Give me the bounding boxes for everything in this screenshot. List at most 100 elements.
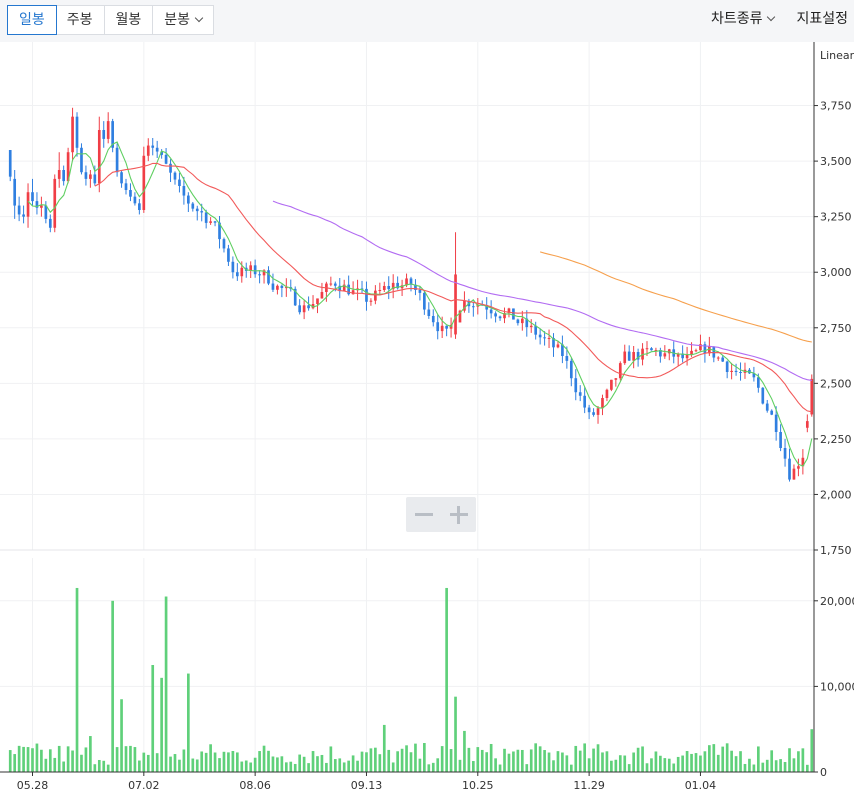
candle-body xyxy=(725,361,729,372)
volume-bar xyxy=(378,754,382,772)
candle-body xyxy=(774,414,778,432)
chart-axes: Linear 1,750 2,000 2,250 2,500 2,750 3,000 3,25… xyxy=(0,42,854,792)
volume-bar xyxy=(120,699,123,772)
time-tick-label: 10.25 xyxy=(462,779,494,792)
volume-bar xyxy=(552,760,555,772)
volume-bar xyxy=(298,754,302,772)
volume-bar xyxy=(592,748,595,772)
volume-bar xyxy=(699,755,702,772)
period-weekly-button[interactable]: 주봉 xyxy=(56,6,105,34)
candle xyxy=(53,174,57,233)
candle xyxy=(703,341,707,363)
candle xyxy=(739,362,742,381)
volume-bar xyxy=(374,747,377,772)
candle-body xyxy=(307,305,310,309)
volume-bar xyxy=(191,758,195,772)
volume-bar xyxy=(347,760,350,772)
volume-bar xyxy=(155,753,159,772)
period-minute-button[interactable]: 분봉 xyxy=(153,6,213,34)
scale-label: Linear xyxy=(820,49,854,62)
candle xyxy=(338,278,342,299)
volume-bar xyxy=(276,757,279,772)
volume-bar xyxy=(106,764,110,772)
candle xyxy=(525,310,529,337)
candle xyxy=(552,333,555,357)
volume-bar xyxy=(333,759,337,772)
candle xyxy=(547,329,551,348)
volume-tick-label: 20,000, xyxy=(820,595,854,608)
candle-body xyxy=(547,338,551,339)
volume-bar xyxy=(360,751,364,772)
volume-bar xyxy=(84,747,88,772)
candle xyxy=(431,309,435,327)
indicator-settings-button[interactable]: 지표설정 xyxy=(796,8,848,28)
candle-body xyxy=(418,290,422,293)
period-monthly-button[interactable]: 월봉 xyxy=(105,6,154,34)
candle-body xyxy=(75,116,79,148)
candle xyxy=(17,196,21,222)
volume-bar xyxy=(605,751,609,772)
volume-bar xyxy=(587,758,591,772)
candle xyxy=(472,301,475,317)
candle xyxy=(534,321,538,340)
zoom-control xyxy=(406,497,476,532)
zoom-out-button[interactable] xyxy=(406,497,441,532)
volume-bar xyxy=(213,752,217,772)
volume-bar xyxy=(329,746,333,772)
candle-body xyxy=(253,265,257,275)
volume-bar xyxy=(739,751,742,772)
candle xyxy=(106,112,110,144)
volume-bar xyxy=(231,751,235,772)
candle-body xyxy=(115,147,119,173)
candle xyxy=(44,201,48,224)
candle-body xyxy=(601,398,604,409)
candle xyxy=(120,170,123,188)
candle xyxy=(748,368,751,374)
candle-body xyxy=(565,356,569,361)
volume-bar xyxy=(115,747,119,772)
candle xyxy=(716,356,720,361)
chevron-down-icon xyxy=(194,13,204,23)
volume-bar xyxy=(485,752,489,772)
candle-body xyxy=(31,192,34,202)
volume-bar xyxy=(258,751,261,772)
chart-type-dropdown[interactable]: 차트종류 xyxy=(711,8,776,28)
candle-body xyxy=(512,308,515,320)
candle xyxy=(222,237,226,253)
volume-bar xyxy=(614,759,618,772)
candle-body xyxy=(605,389,609,398)
volume-bar xyxy=(610,760,613,772)
candle-body xyxy=(22,214,25,217)
volume-bar xyxy=(396,751,399,772)
volume-bar xyxy=(440,746,444,772)
volume-bar xyxy=(783,762,787,772)
candle xyxy=(387,276,391,300)
volume-bar xyxy=(302,756,306,772)
price-tick-label: 3,500 xyxy=(820,155,852,168)
candle xyxy=(35,192,39,215)
zoom-in-button[interactable] xyxy=(441,497,476,532)
period-daily-button[interactable]: 일봉 xyxy=(7,5,57,35)
candle xyxy=(360,280,364,294)
volume-bar xyxy=(253,757,257,772)
moving-average-line xyxy=(539,251,812,343)
candle-body xyxy=(62,170,65,182)
candle-body xyxy=(436,322,440,332)
volume-bar xyxy=(195,759,199,772)
candle-body xyxy=(235,272,239,277)
candle xyxy=(659,347,662,363)
candle-body xyxy=(716,357,720,359)
candle xyxy=(454,232,457,339)
candle-body xyxy=(120,172,123,184)
volume-bar xyxy=(365,752,368,772)
volume-bar xyxy=(382,724,386,772)
price-tick-label: 3,750 xyxy=(820,100,852,113)
chart-grid xyxy=(0,42,814,773)
volume-bar xyxy=(431,762,435,772)
candle-body xyxy=(431,316,435,323)
candle-body xyxy=(267,270,270,284)
volume-bar xyxy=(489,743,493,772)
stock-chart[interactable]: Linear 1,750 2,000 2,250 2,500 2,750 3,000 3,25… xyxy=(0,42,854,797)
candle-body xyxy=(583,395,587,408)
volume-tick-label: 10,000, xyxy=(820,680,854,693)
